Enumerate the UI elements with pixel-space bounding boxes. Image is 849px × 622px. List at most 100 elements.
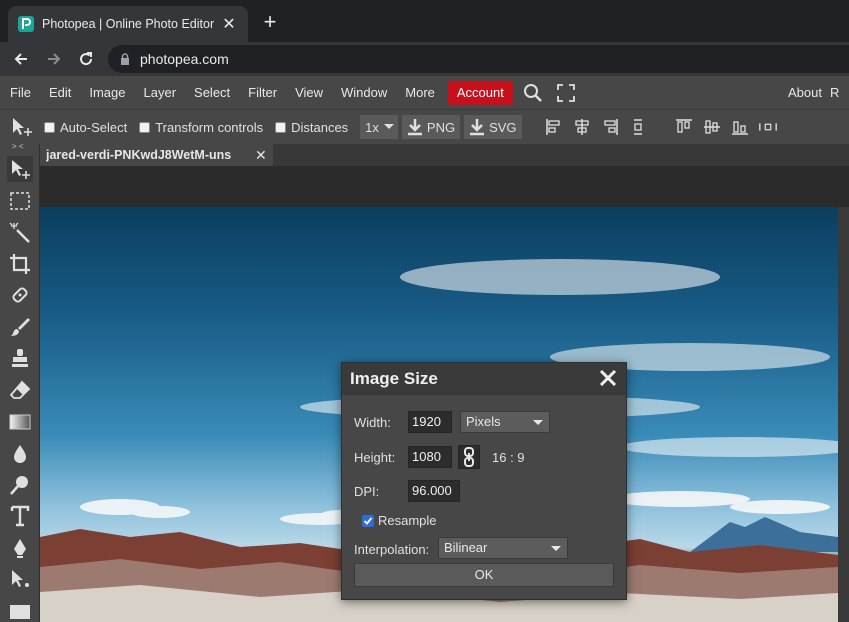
export-png-button[interactable]: PNG bbox=[401, 115, 461, 139]
browser-tab[interactable]: Photopea | Online Photo Editor ✕ bbox=[8, 6, 248, 42]
document-tab-title: jared-verdi-PNKwdJ8WetM-uns bbox=[46, 148, 232, 162]
reload-icon[interactable] bbox=[74, 47, 98, 71]
interpolation-select[interactable]: Bilinear bbox=[438, 537, 568, 559]
magic-wand-icon[interactable] bbox=[7, 220, 33, 246]
svg-label: SVG bbox=[489, 119, 517, 135]
png-label: PNG bbox=[426, 119, 456, 135]
close-icon[interactable] bbox=[596, 366, 620, 390]
checkmark-icon bbox=[363, 517, 373, 525]
browser-tab-strip: Photopea | Online Photo Editor ✕ + bbox=[0, 0, 849, 42]
distribute-horizontal-icon[interactable] bbox=[758, 117, 778, 137]
width-input[interactable]: 1920 bbox=[408, 411, 452, 433]
align-right-icon[interactable] bbox=[600, 117, 620, 137]
crop-tool-icon[interactable] bbox=[7, 251, 33, 277]
menu-more[interactable]: More bbox=[396, 81, 444, 105]
width-label: Width: bbox=[354, 415, 391, 430]
chevron-down-icon bbox=[383, 124, 394, 129]
marquee-tool-icon[interactable] bbox=[7, 188, 33, 214]
menu-select[interactable]: Select bbox=[185, 81, 239, 105]
search-icon[interactable] bbox=[523, 83, 543, 103]
browser-tab-title: Photopea | Online Photo Editor bbox=[42, 17, 215, 31]
menubar: File Edit Image Layer Select Filter View… bbox=[0, 76, 849, 109]
align-center-horizontal-icon[interactable] bbox=[572, 117, 592, 137]
align-middle-vertical-icon[interactable] bbox=[702, 117, 722, 137]
menu-view[interactable]: View bbox=[286, 81, 332, 105]
move-tool-icon[interactable] bbox=[10, 116, 34, 138]
interpolation-label: Interpolation: bbox=[354, 542, 430, 557]
zoom-dropdown[interactable]: 1x bbox=[360, 115, 398, 139]
dialog-title: Image Size bbox=[350, 369, 438, 388]
menu-image[interactable]: Image bbox=[80, 81, 134, 105]
transform-controls-label: Transform controls bbox=[155, 119, 264, 135]
interpolation-value: Bilinear bbox=[444, 540, 488, 555]
move-tool-icon[interactable] bbox=[7, 156, 33, 182]
image-size-dialog: Image Size Width: 1920 Pixels Height: 10… bbox=[341, 362, 627, 600]
new-tab-button[interactable]: + bbox=[258, 10, 282, 34]
tools-panel: > < bbox=[0, 143, 40, 622]
height-input[interactable]: 1080 bbox=[408, 446, 452, 468]
address-bar: photopea.com bbox=[0, 42, 849, 76]
aspect-ratio: 16 : 9 bbox=[492, 450, 525, 465]
zoom-value: 1x bbox=[365, 119, 379, 135]
chevron-down-icon bbox=[551, 546, 561, 551]
ok-button[interactable]: OK bbox=[354, 563, 614, 587]
eraser-tool-icon[interactable] bbox=[7, 377, 33, 403]
unit-select[interactable]: Pixels bbox=[460, 411, 550, 433]
document-tab-bar: jared-verdi-PNKwdJ8WetM-uns ✕ bbox=[40, 144, 849, 166]
healing-brush-icon[interactable] bbox=[7, 283, 33, 309]
auto-select-box[interactable] bbox=[44, 121, 55, 133]
distribute-vertical-icon[interactable] bbox=[628, 117, 648, 137]
brush-tool-icon[interactable] bbox=[7, 314, 33, 340]
resample-label: Resample bbox=[378, 513, 437, 528]
menu-edit[interactable]: Edit bbox=[40, 81, 80, 105]
chain-link-icon[interactable] bbox=[458, 445, 480, 469]
account-button[interactable]: Account bbox=[447, 80, 513, 105]
export-svg-button[interactable]: SVG bbox=[464, 115, 522, 139]
dodge-tool-icon[interactable] bbox=[7, 472, 33, 498]
menu-cut-item[interactable]: R bbox=[828, 81, 841, 105]
back-arrow-icon[interactable] bbox=[9, 47, 33, 71]
forward-arrow-icon[interactable] bbox=[42, 47, 66, 71]
collapse-handle-icon[interactable]: > < bbox=[12, 143, 24, 151]
menu-filter[interactable]: Filter bbox=[239, 81, 286, 105]
options-bar: Auto-Select Transform controls Distances… bbox=[0, 109, 849, 144]
download-icon bbox=[407, 119, 422, 136]
distances-label: Distances bbox=[291, 119, 349, 135]
dpi-label: DPI: bbox=[354, 484, 380, 499]
document-tab-close-icon[interactable]: ✕ bbox=[255, 147, 267, 164]
gradient-tool-icon[interactable] bbox=[7, 409, 33, 435]
menu-layer[interactable]: Layer bbox=[135, 81, 186, 105]
auto-select-checkbox[interactable]: Auto-Select bbox=[44, 120, 127, 135]
unit-value: Pixels bbox=[466, 414, 501, 429]
pen-tool-icon[interactable] bbox=[7, 535, 33, 561]
align-top-icon[interactable] bbox=[674, 117, 694, 137]
screen: Photopea | Online Photo Editor ✕ + photo… bbox=[0, 0, 849, 622]
transform-controls-box[interactable] bbox=[139, 121, 151, 133]
distances-checkbox[interactable]: Distances bbox=[275, 120, 348, 135]
canvas-edge bbox=[838, 207, 849, 622]
shape-tool-icon[interactable] bbox=[7, 598, 33, 622]
browser-tab-close-icon[interactable]: ✕ bbox=[220, 14, 238, 34]
menu-about[interactable]: About bbox=[782, 81, 828, 105]
resample-checkbox[interactable] bbox=[362, 515, 374, 527]
transform-controls-checkbox[interactable]: Transform controls bbox=[139, 120, 263, 135]
align-bottom-icon[interactable] bbox=[730, 117, 750, 137]
chevron-down-icon bbox=[533, 420, 543, 425]
align-left-icon[interactable] bbox=[544, 117, 564, 137]
fullscreen-icon[interactable] bbox=[556, 83, 575, 102]
height-label: Height: bbox=[354, 450, 396, 465]
menu-window[interactable]: Window bbox=[332, 81, 396, 105]
lock-icon bbox=[121, 53, 129, 65]
type-tool-icon[interactable] bbox=[7, 503, 33, 529]
url-text: photopea.com bbox=[140, 51, 229, 67]
clone-stamp-icon[interactable] bbox=[7, 345, 33, 371]
auto-select-label: Auto-Select bbox=[60, 119, 128, 135]
path-select-icon[interactable] bbox=[7, 566, 33, 592]
document-tab[interactable]: jared-verdi-PNKwdJ8WetM-uns ✕ bbox=[40, 144, 273, 166]
distances-box[interactable] bbox=[275, 121, 287, 133]
url-field[interactable]: photopea.com bbox=[108, 45, 849, 73]
menu-file[interactable]: File bbox=[0, 81, 40, 105]
blur-tool-icon[interactable] bbox=[7, 441, 33, 467]
dialog-header: Image Size bbox=[342, 363, 626, 395]
dpi-input[interactable]: 96.000 bbox=[408, 480, 460, 502]
